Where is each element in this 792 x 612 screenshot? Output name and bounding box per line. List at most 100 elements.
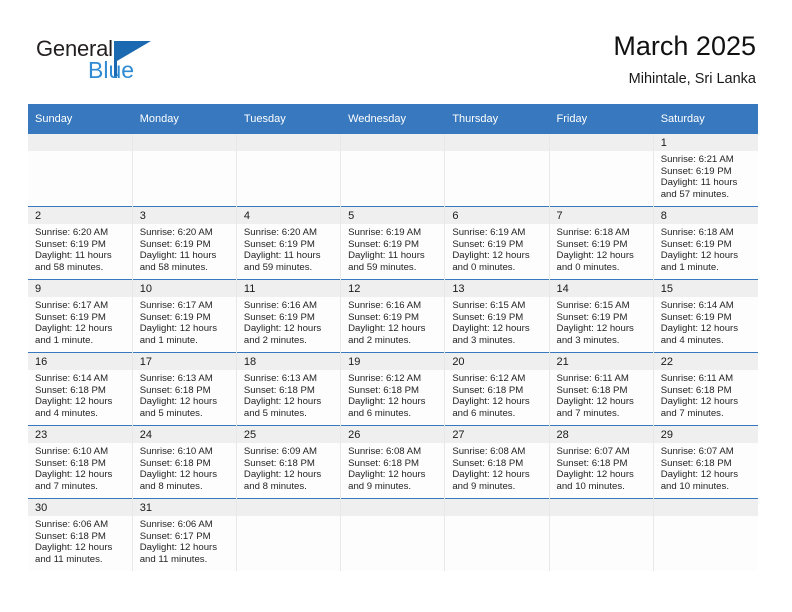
day-cell-details: Sunrise: 6:07 AM Sunset: 6:18 PM Daylight:…: [550, 443, 653, 492]
sunrise-text: Sunrise: 6:18 AM: [660, 227, 734, 238]
calendar-day-cell[interactable]: 14 Sunrise: 6:15 AM Sunset: 6:19 PM Dayligh…: [549, 279, 654, 353]
day-cell-details: [133, 151, 236, 154]
page-title: March 2025: [613, 31, 756, 61]
calendar-day-cell[interactable]: 19 Sunrise: 6:12 AM Sunset: 6:18 PM Dayligh…: [340, 352, 446, 426]
weekday-header-saturday: Saturday: [653, 104, 759, 134]
day-cell-details: Sunrise: 6:17 AM Sunset: 6:19 PM Daylight:…: [28, 297, 132, 346]
sunrise-text: Sunrise: 6:08 AM: [452, 446, 526, 457]
sunrise-text: Sunrise: 6:13 AM: [139, 373, 213, 384]
calendar-day-cell[interactable]: 26 Sunrise: 6:08 AM Sunset: 6:18 PM Dayligh…: [340, 425, 446, 499]
weekday-header-row: Sunday Monday Tuesday Wednesday Thursday…: [28, 104, 759, 134]
calendar-day-cell[interactable]: 15 Sunrise: 6:14 AM Sunset: 6:19 PM Dayligh…: [653, 279, 758, 353]
day-number: 29: [653, 426, 758, 443]
daylight-text: Daylight: 12 hours: [243, 396, 322, 408]
day-cell-details: Sunrise: 6:08 AM Sunset: 6:18 PM Daylight:…: [445, 443, 548, 492]
calendar-day-cell[interactable]: 11 Sunrise: 6:16 AM Sunset: 6:19 PM Dayligh…: [236, 279, 342, 353]
daylight-text: Daylight: 12 hours: [139, 469, 218, 481]
daylight-text: Daylight: 12 hours: [348, 323, 426, 335]
calendar-day-cell[interactable]: 17 Sunrise: 6:13 AM Sunset: 6:18 PM Dayligh…: [132, 352, 237, 426]
weekday-header-friday: Friday: [549, 104, 654, 134]
sunset-text: Sunset: 6:19 PM: [139, 238, 211, 250]
calendar-day-cell-empty: [132, 133, 237, 207]
day-number: [132, 134, 236, 151]
calendar-header-row-group: Sunday Monday Tuesday Wednesday Thursday…: [28, 104, 759, 134]
weekday-header-monday: Monday: [132, 104, 237, 134]
calendar-day-cell[interactable]: 29 Sunrise: 6:07 AM Sunset: 6:18 PM Dayligh…: [653, 425, 758, 499]
calendar-day-cell[interactable]: 3 Sunrise: 6:20 AM Sunset: 6:19 PM Daylight…: [132, 206, 237, 280]
calendar-day-cell[interactable]: 24 Sunrise: 6:10 AM Sunset: 6:18 PM Dayligh…: [132, 425, 237, 499]
day-number: 27: [445, 426, 549, 443]
calendar-day-cell[interactable]: 23 Sunrise: 6:10 AM Sunset: 6:18 PM Dayligh…: [28, 425, 133, 499]
sunset-text: Sunset: 6:18 PM: [139, 457, 211, 469]
calendar-day-cell[interactable]: 8 Sunrise: 6:18 AM Sunset: 6:19 PM Daylight…: [653, 206, 758, 280]
calendar-day-cell[interactable]: 25 Sunrise: 6:09 AM Sunset: 6:18 PM Dayligh…: [236, 425, 342, 499]
calendar-day-cell-empty: [653, 498, 758, 571]
daylight-text-cont: and 0 minutes.: [452, 261, 516, 273]
day-cell-details: Sunrise: 6:16 AM Sunset: 6:19 PM Daylight:…: [341, 297, 444, 346]
day-number: [236, 499, 341, 516]
calendar-day-cell[interactable]: 31 Sunrise: 6:06 AM Sunset: 6:17 PM Dayligh…: [132, 498, 237, 571]
day-number: [653, 499, 758, 516]
sunrise-text: Sunrise: 6:16 AM: [243, 300, 317, 311]
calendar-day-cell[interactable]: 2 Sunrise: 6:20 AM Sunset: 6:19 PM Daylight…: [28, 206, 133, 280]
daylight-text-cont: and 10 minutes.: [660, 480, 729, 492]
sunset-text: Sunset: 6:18 PM: [452, 384, 524, 396]
calendar-week-row: 16 Sunrise: 6:14 AM Sunset: 6:18 PM Dayligh…: [28, 352, 758, 426]
calendar-day-cell[interactable]: 30 Sunrise: 6:06 AM Sunset: 6:18 PM Dayligh…: [28, 498, 133, 571]
calendar-day-cell-empty: [340, 498, 446, 571]
daylight-text-cont: and 4 minutes.: [35, 407, 98, 419]
day-cell-details: [237, 151, 340, 154]
sunrise-text: Sunrise: 6:11 AM: [556, 373, 629, 384]
day-number: 20: [445, 353, 549, 370]
calendar-page: General Blue March 2025 Mihintale, Sri L…: [0, 0, 792, 612]
calendar-day-cell[interactable]: 27 Sunrise: 6:08 AM Sunset: 6:18 PM Dayligh…: [444, 425, 550, 499]
calendar-day-cell[interactable]: 12 Sunrise: 6:16 AM Sunset: 6:19 PM Dayligh…: [340, 279, 446, 353]
calendar-day-cell[interactable]: 7 Sunrise: 6:18 AM Sunset: 6:19 PM Daylight…: [549, 206, 654, 280]
day-cell-details: [28, 151, 132, 154]
sunrise-text: Sunrise: 6:08 AM: [348, 446, 422, 457]
calendar-day-cell[interactable]: 5 Sunrise: 6:19 AM Sunset: 6:19 PM Daylight…: [340, 206, 446, 280]
calendar-day-cell[interactable]: 28 Sunrise: 6:07 AM Sunset: 6:18 PM Dayligh…: [549, 425, 654, 499]
daylight-text-cont: and 3 minutes.: [452, 334, 516, 346]
day-number: 8: [653, 207, 758, 224]
daylight-text: Daylight: 11 hours: [660, 177, 738, 189]
day-cell-details: Sunrise: 6:13 AM Sunset: 6:18 PM Daylight:…: [237, 370, 340, 419]
calendar-day-cell[interactable]: 16 Sunrise: 6:14 AM Sunset: 6:18 PM Dayligh…: [28, 352, 133, 426]
calendar-day-cell[interactable]: 20 Sunrise: 6:12 AM Sunset: 6:18 PM Dayligh…: [444, 352, 550, 426]
day-cell-details: Sunrise: 6:13 AM Sunset: 6:18 PM Daylight:…: [133, 370, 236, 419]
daylight-text-cont: and 11 minutes.: [139, 553, 208, 565]
calendar-day-cell[interactable]: 13 Sunrise: 6:15 AM Sunset: 6:19 PM Dayligh…: [444, 279, 550, 353]
day-number: 30: [28, 499, 132, 516]
day-number: 12: [341, 280, 445, 297]
calendar-day-cell[interactable]: 21 Sunrise: 6:11 AM Sunset: 6:18 PM Dayligh…: [549, 352, 654, 426]
calendar-day-cell[interactable]: 10 Sunrise: 6:17 AM Sunset: 6:19 PM Dayligh…: [132, 279, 237, 353]
day-number: 26: [341, 426, 445, 443]
daylight-text-cont: and 58 minutes.: [35, 261, 104, 273]
calendar-day-cell[interactable]: 1 Sunrise: 6:21 AM Sunset: 6:19 PM Daylight…: [653, 133, 758, 207]
calendar-day-cell[interactable]: 4 Sunrise: 6:20 AM Sunset: 6:19 PM Daylight…: [236, 206, 342, 280]
calendar-day-cell[interactable]: 18 Sunrise: 6:13 AM Sunset: 6:18 PM Dayligh…: [236, 352, 342, 426]
calendar-day-cell[interactable]: 6 Sunrise: 6:19 AM Sunset: 6:19 PM Daylight…: [444, 206, 550, 280]
daylight-text-cont: and 2 minutes.: [348, 334, 412, 346]
sunset-text: Sunset: 6:18 PM: [556, 384, 628, 396]
calendar-day-cell[interactable]: 22 Sunrise: 6:11 AM Sunset: 6:18 PM Dayligh…: [653, 352, 758, 426]
day-number: 11: [236, 280, 341, 297]
sunrise-text: Sunrise: 6:11 AM: [660, 373, 734, 384]
day-cell-details: Sunrise: 6:11 AM Sunset: 6:18 PM Daylight:…: [654, 370, 758, 419]
calendar-day-cell[interactable]: 9 Sunrise: 6:17 AM Sunset: 6:19 PM Daylight…: [28, 279, 133, 353]
day-number: 28: [549, 426, 653, 443]
calendar-day-cell-empty: [28, 133, 133, 207]
daylight-text-cont: and 10 minutes.: [556, 480, 625, 492]
sunrise-text: Sunrise: 6:12 AM: [348, 373, 422, 384]
daylight-text-cont: and 7 minutes.: [35, 480, 98, 492]
daylight-text-cont: and 11 minutes.: [35, 553, 103, 565]
daylight-text: Daylight: 12 hours: [139, 396, 218, 408]
day-cell-details: Sunrise: 6:09 AM Sunset: 6:18 PM Daylight:…: [237, 443, 340, 492]
daylight-text-cont: and 7 minutes.: [556, 407, 620, 419]
day-number: 31: [132, 499, 236, 516]
daylight-text-cont: and 1 minute.: [35, 334, 94, 346]
day-cell-details: [341, 516, 444, 519]
day-cell-details: Sunrise: 6:12 AM Sunset: 6:18 PM Daylight:…: [341, 370, 444, 419]
day-number: [28, 134, 132, 151]
sunrise-text: Sunrise: 6:06 AM: [139, 519, 213, 530]
